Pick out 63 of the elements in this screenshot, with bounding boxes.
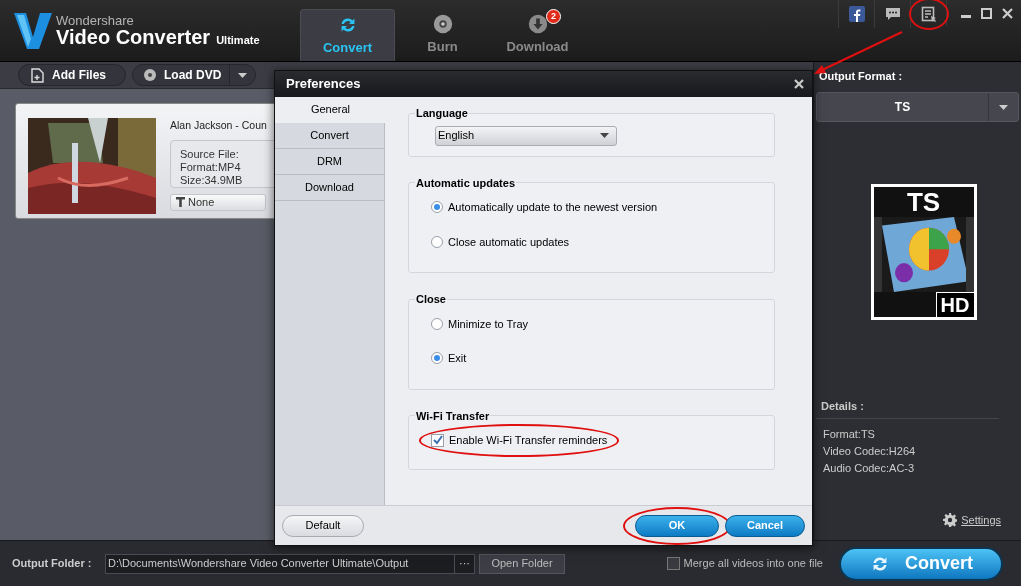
load-dvd-button[interactable]: Load DVD: [132, 64, 257, 86]
mode-tab[interactable]: Download 2: [490, 9, 585, 61]
browse-button[interactable]: ···: [454, 554, 474, 573]
caret-icon: [999, 104, 1008, 110]
output-folder-label: Output Folder :: [12, 556, 93, 572]
output-folder-field[interactable]: D:\Documents\Wondershare Video Converter Ultimate\Output ···: [105, 553, 475, 574]
add-files-button[interactable]: Add Files: [18, 64, 126, 86]
file-info-text: Source File:: [180, 147, 240, 161]
caret-icon: [600, 133, 609, 138]
brand-name: Wondershare: [56, 14, 135, 27]
details-text: Format:TS: [823, 426, 876, 442]
details-text: Video Codec:H264: [823, 443, 917, 459]
chat-icon[interactable]: [884, 7, 901, 21]
facebook-icon[interactable]: [848, 6, 865, 22]
radio-button[interactable]: [431, 201, 443, 214]
maximize-icon[interactable]: [981, 7, 992, 19]
add-file-icon: [31, 67, 44, 83]
notification-badge: 2: [546, 9, 561, 24]
section-title: Wi-Fi Transfer: [415, 408, 491, 424]
disc-icon: [143, 68, 157, 82]
output-format-heading: Output Format :: [818, 69, 904, 84]
settings-link[interactable]: Settings: [961, 511, 1001, 528]
text-icon: [176, 197, 185, 208]
close-icon[interactable]: [1002, 7, 1013, 19]
checkbox[interactable]: [431, 433, 444, 447]
format-dropdown[interactable]: TS: [816, 92, 1019, 122]
preferences-tab[interactable]: General: [275, 97, 386, 123]
file-info-text: Size:34.9MB: [180, 173, 244, 187]
details-heading: Details :: [816, 398, 999, 419]
checkbox[interactable]: [666, 557, 680, 570]
radio-button[interactable]: [431, 235, 443, 248]
mode-tab[interactable]: Convert: [300, 9, 395, 61]
radio-label: Minimize to Tray: [448, 316, 529, 332]
format-label: TS: [905, 187, 942, 217]
mode-tab[interactable]: Burn: [395, 9, 490, 61]
merge-label: Merge all videos into one file: [683, 556, 823, 572]
default-button[interactable]: Default: [282, 514, 364, 537]
disc-icon: [431, 13, 454, 36]
open-folder-button[interactable]: Open Folder: [479, 553, 565, 574]
caret-icon[interactable]: [238, 72, 248, 78]
dialog-title: Preferences: [286, 75, 361, 94]
radio-button[interactable]: [431, 317, 443, 330]
hd-badge: HD: [935, 292, 974, 317]
settings-icon: [943, 512, 958, 527]
file-title: Alan Jackson - Coun: [170, 118, 268, 133]
close-icon[interactable]: [794, 79, 804, 89]
radio-label: Exit: [448, 351, 467, 366]
edition-name: Ultimate: [216, 35, 260, 46]
logo-icon: [14, 10, 52, 51]
section-title: Language: [415, 106, 469, 121]
download-icon: [526, 13, 549, 36]
radio-label: Close automatic updates: [448, 234, 570, 250]
section-title: Automatic updates: [415, 175, 516, 191]
radio-label: Automatically update to the newest version: [448, 200, 658, 215]
preferences-icon[interactable]: [920, 6, 937, 22]
subtitle-dropdown[interactable]: None: [170, 193, 266, 211]
checkbox-label: Enable Wi-Fi Transfer reminders: [449, 433, 608, 448]
section-title: Close: [415, 292, 447, 307]
details-text: Audio Codec:AC-3: [823, 460, 916, 476]
language-dropdown[interactable]: English: [435, 125, 617, 146]
product-name: Video Converter: [56, 27, 211, 47]
radio-button[interactable]: [431, 352, 443, 365]
file-info-text: Format:MP4: [180, 160, 242, 174]
